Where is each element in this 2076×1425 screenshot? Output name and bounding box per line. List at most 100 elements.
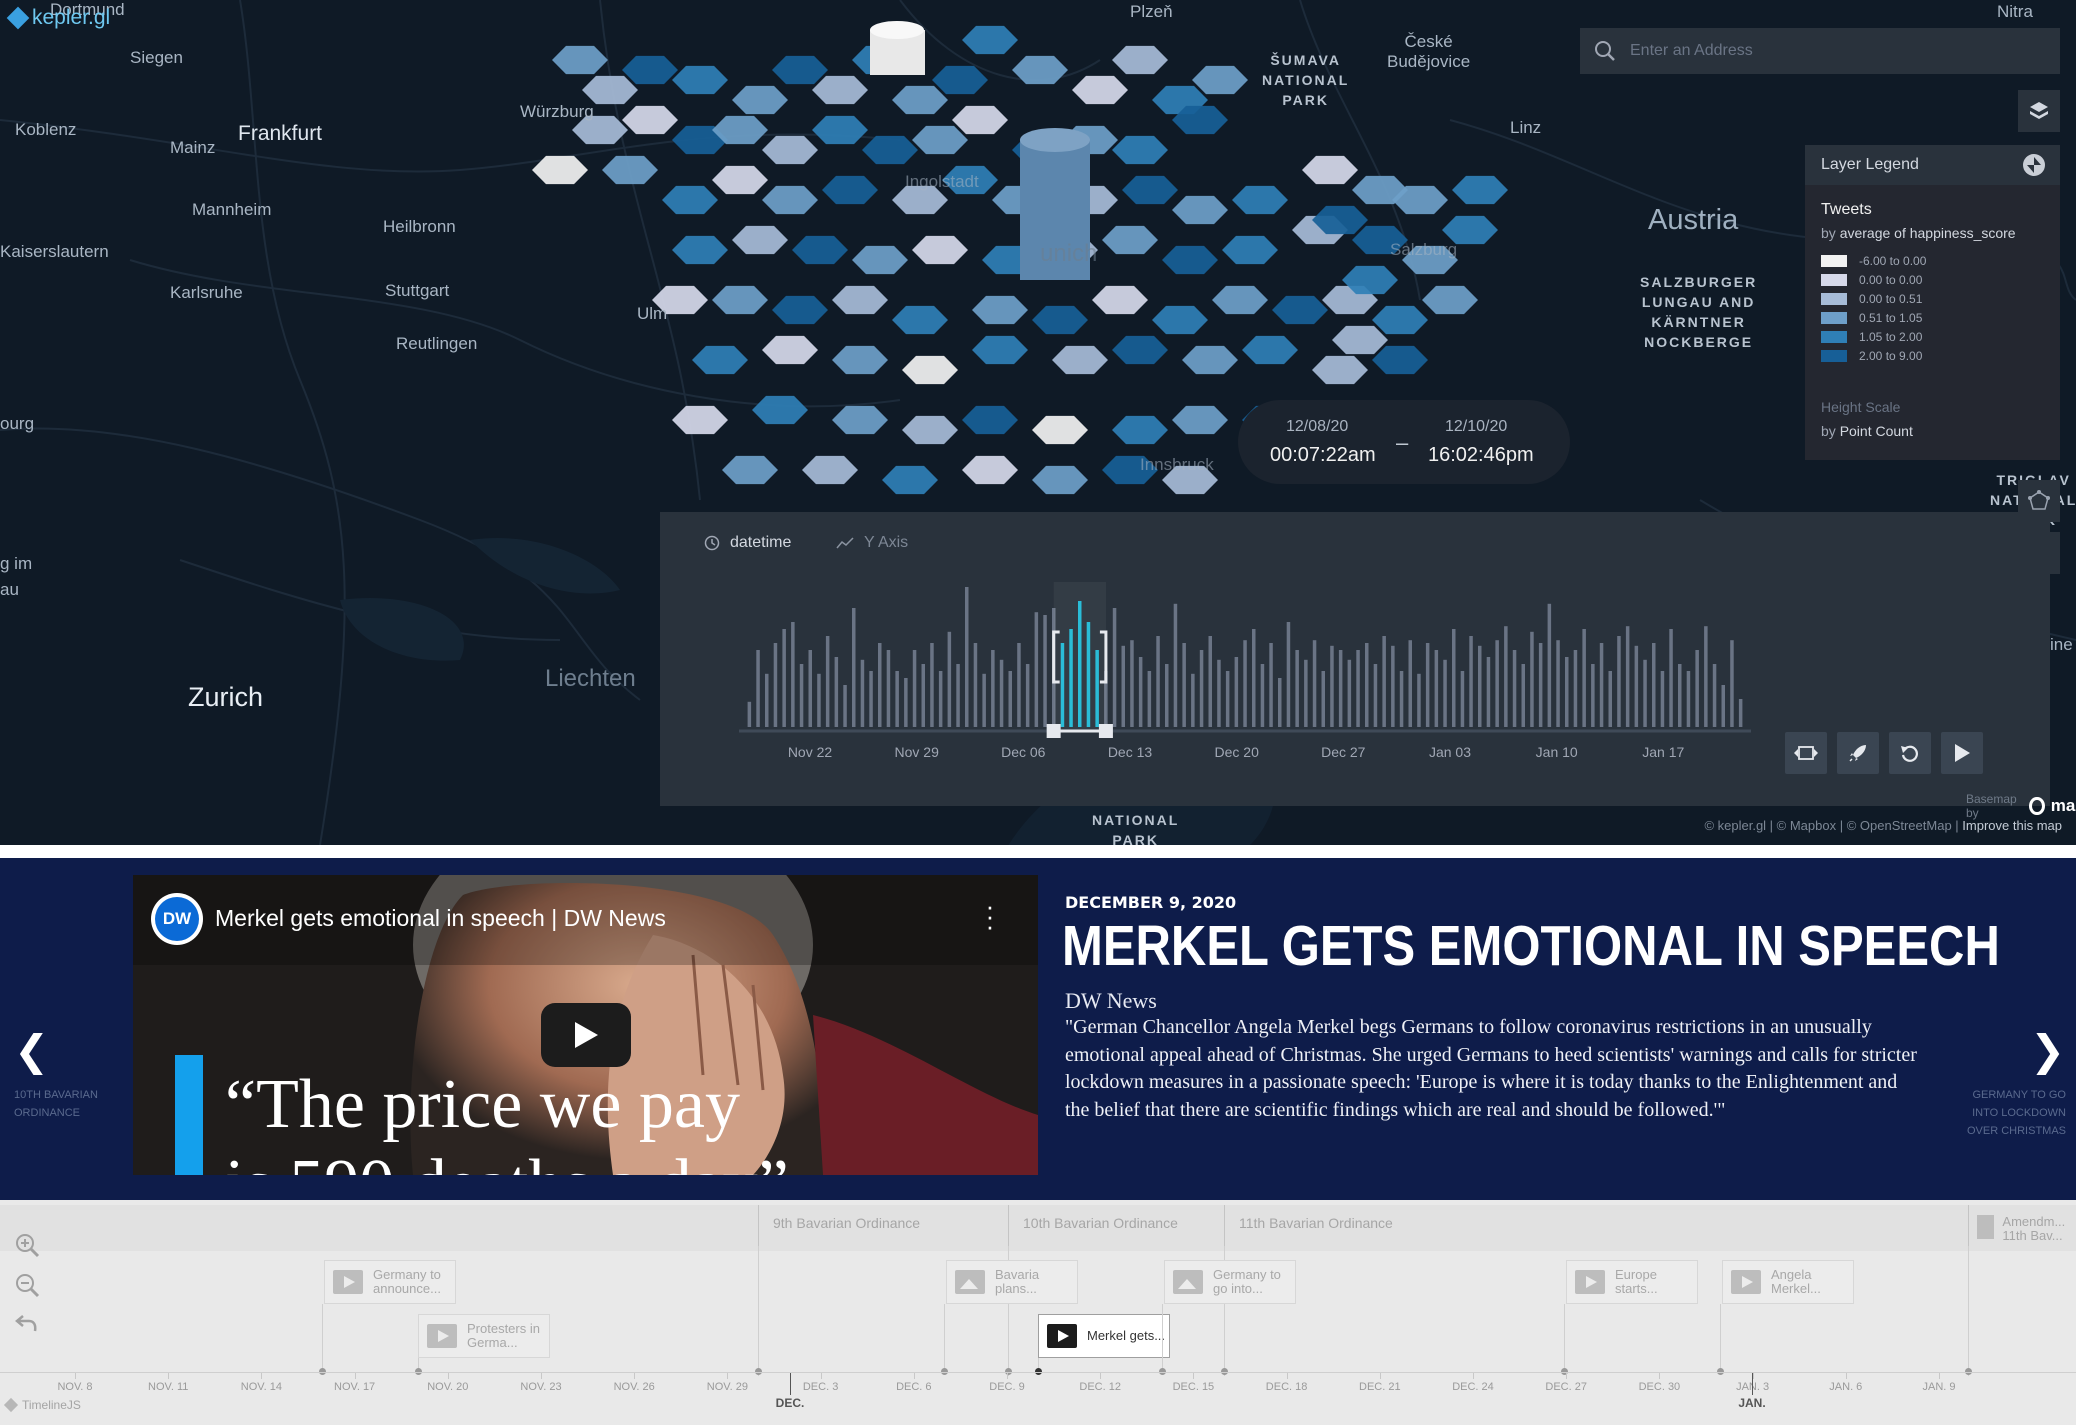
kepler-map[interactable]: Dortmund Siegen Koblenz Frankfurt Mainz Würzb… <box>0 0 2076 845</box>
histogram-bar <box>1165 664 1169 727</box>
tick-label: DEC. 6 <box>896 1381 932 1393</box>
hexbin-cell <box>892 85 948 115</box>
histogram-bar <box>1373 664 1378 727</box>
histogram-bar <box>1173 603 1178 727</box>
hexbin-cell <box>1122 175 1178 205</box>
brush-left-knob[interactable] <box>1046 724 1061 738</box>
hexbin-cell <box>1152 305 1208 335</box>
speed-button[interactable] <box>1837 732 1879 774</box>
marker-label: Germany to go into... <box>1213 1267 1281 1296</box>
hexbin-cell <box>1162 245 1218 275</box>
timeline-marker[interactable]: Protesters in Germa... <box>418 1314 550 1358</box>
hexbin-cell <box>812 75 868 105</box>
month-divider <box>790 1373 791 1395</box>
back-to-start-button[interactable] <box>14 1312 42 1340</box>
timeline-navigator[interactable]: 9th Bavarian Ordinance 10th Bavarian Ord… <box>0 1200 2076 1425</box>
histogram-bar <box>834 657 839 727</box>
brush-selection[interactable] <box>1053 582 1106 731</box>
tick-label: DEC. 9 <box>989 1381 1025 1393</box>
next-slide-label[interactable]: GERMANY TO GO INTO LOCKDOWN OVER CHRISTM… <box>1956 1086 2066 1140</box>
month-divider <box>1752 1373 1753 1395</box>
address-search[interactable] <box>1580 28 2060 74</box>
histogram-bar <box>1599 643 1604 727</box>
timeline-marker[interactable]: Germany to go into... <box>1164 1260 1296 1304</box>
timeline-marker[interactable]: Europe starts... <box>1566 1260 1698 1304</box>
histogram-bar <box>991 650 995 727</box>
time-brush[interactable] <box>1046 582 1113 738</box>
tick-label: DEC. 12 <box>1079 1381 1121 1393</box>
histogram-bar <box>782 629 786 727</box>
hexbin-cell <box>912 235 968 265</box>
improve-map-link[interactable]: Improve this map <box>1962 818 2062 833</box>
tick-label: NOV. 20 <box>427 1381 469 1393</box>
city-label-munich: unich <box>1040 240 1098 267</box>
layer-legend-toggle-button[interactable] <box>2018 90 2060 132</box>
histogram-bar <box>791 622 795 727</box>
legend-collapse-icon[interactable] <box>2022 153 2046 177</box>
city-label-gim: g im <box>0 554 33 573</box>
histogram-bar <box>1556 640 1560 727</box>
next-slide-arrow[interactable]: ❯ <box>2030 1026 2065 1075</box>
zoom-in-icon <box>16 1234 40 1258</box>
histogram-bar <box>1695 650 1699 727</box>
histogram-bar <box>1686 671 1691 727</box>
video-play-button[interactable] <box>541 1003 631 1067</box>
histogram-tick-label: Nov 29 <box>895 744 940 760</box>
hexbin-cell <box>1172 405 1228 435</box>
youtube-video-embed[interactable]: DW Merkel gets emotional in speech | DW … <box>133 875 1038 1175</box>
histogram-bar <box>1330 645 1334 727</box>
expand-window-icon <box>1794 746 1818 760</box>
timeline-marker[interactable]: Germany to announce... <box>324 1260 456 1304</box>
hexbin-cell <box>832 285 888 315</box>
histogram-bar <box>1704 626 1708 727</box>
histogram-bar <box>765 673 769 727</box>
city-label-innsbruck: Innsbruck <box>1140 455 1214 474</box>
video-title[interactable]: Merkel gets emotional in speech | DW New… <box>215 905 666 932</box>
layer-legend-panel: Layer Legend Tweets by average of happin… <box>1805 145 2060 460</box>
hexbin-cell <box>812 115 868 145</box>
legend-range-label: -6.00 to 0.00 <box>1859 253 1927 268</box>
slide-date: DECEMBER 9, 2020 <box>1065 893 1237 912</box>
play-icon <box>1955 744 1970 762</box>
rocket-icon <box>1849 745 1866 762</box>
hexbin-cell <box>672 405 728 435</box>
hexbin-cell <box>912 125 968 155</box>
timeline-marker[interactable]: Bavaria plans... <box>946 1260 1078 1304</box>
city-label-wurzburg: Würzburg <box>520 102 594 121</box>
play-animation-button[interactable] <box>1941 732 1983 774</box>
histogram-bar <box>1382 636 1386 727</box>
prev-slide-label[interactable]: 10TH BAVARIAN ORDINANCE <box>14 1086 124 1122</box>
city-label-ine: ine <box>2050 635 2073 654</box>
histogram-bar <box>1721 685 1725 727</box>
map-lake <box>340 598 464 661</box>
timeline-marker[interactable]: Angela Merkel... <box>1722 1260 1854 1304</box>
zoom-in-button[interactable] <box>14 1232 42 1260</box>
marker-label: Bavaria plans... <box>995 1267 1040 1296</box>
histogram-bar <box>1547 603 1552 727</box>
address-search-input[interactable] <box>1630 42 2030 60</box>
histogram-bar <box>1304 659 1308 727</box>
hexbin-cell <box>962 405 1018 435</box>
reset-button[interactable] <box>1889 732 1931 774</box>
legend-color-field: by average of happiness_score <box>1821 225 2044 241</box>
zoom-out-button[interactable] <box>14 1272 42 1300</box>
attribution-text[interactable]: © kepler.gl | © Mapbox | © OpenStreetMap… <box>1704 818 1958 833</box>
tick-label: JAN. 9 <box>1922 1381 1956 1393</box>
tick-label: NOV. 11 <box>148 1381 189 1393</box>
histogram-bar <box>1643 659 1647 727</box>
dw-channel-logo[interactable]: DW <box>151 893 203 945</box>
video-more-icon[interactable]: · · · <box>985 893 995 939</box>
prev-slide-arrow[interactable]: ❮ <box>14 1026 49 1075</box>
toggle-window-button[interactable] <box>1785 732 1827 774</box>
brush-right-knob[interactable] <box>1098 724 1113 738</box>
histogram-bar <box>1234 657 1239 727</box>
legend-by-label: by <box>1821 225 1836 241</box>
histogram-bar <box>1286 622 1291 727</box>
timeline-axis <box>0 1372 2076 1373</box>
legend-range-label: 0.00 to 0.00 <box>1859 272 1923 287</box>
timelinejs-credit[interactable]: TimelineJS <box>3 1397 81 1413</box>
timeline-marker[interactable]: Merkel gets... <box>1038 1314 1170 1358</box>
video-marker-icon <box>427 1324 457 1348</box>
city-label-koblenz: Koblenz <box>15 120 77 139</box>
histogram-bar <box>869 671 873 727</box>
